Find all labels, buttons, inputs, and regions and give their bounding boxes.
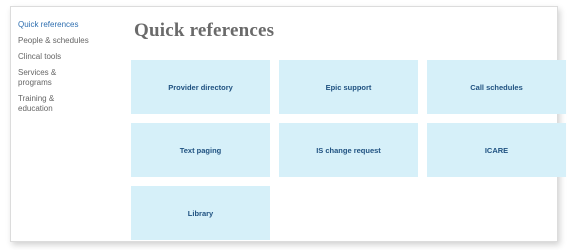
tile-provider-directory[interactable]: Provider directory: [131, 60, 270, 114]
tile-library[interactable]: Library: [131, 186, 270, 240]
tile-call-schedules[interactable]: Call schedules: [427, 60, 566, 114]
sidebar-nav: Quick references People & schedules Clin…: [18, 20, 108, 120]
tile-epic-support[interactable]: Epic support: [279, 60, 418, 114]
page-title: Quick references: [134, 20, 275, 41]
sidebar-item-training-education[interactable]: Training & education: [18, 94, 108, 114]
sidebar-item-clinical-tools[interactable]: Clincal tools: [18, 52, 108, 62]
sidebar-item-quick-references[interactable]: Quick references: [18, 20, 108, 30]
tile-text-paging[interactable]: Text paging: [131, 123, 270, 177]
sidebar-item-services-programs[interactable]: Services & programs: [18, 68, 108, 88]
tile-is-change-request[interactable]: IS change request: [279, 123, 418, 177]
tile-icare[interactable]: ICARE: [427, 123, 566, 177]
quick-reference-tiles: Provider directory Epic support Call sch…: [131, 60, 566, 240]
sidebar-item-people-schedules[interactable]: People & schedules: [18, 36, 108, 46]
